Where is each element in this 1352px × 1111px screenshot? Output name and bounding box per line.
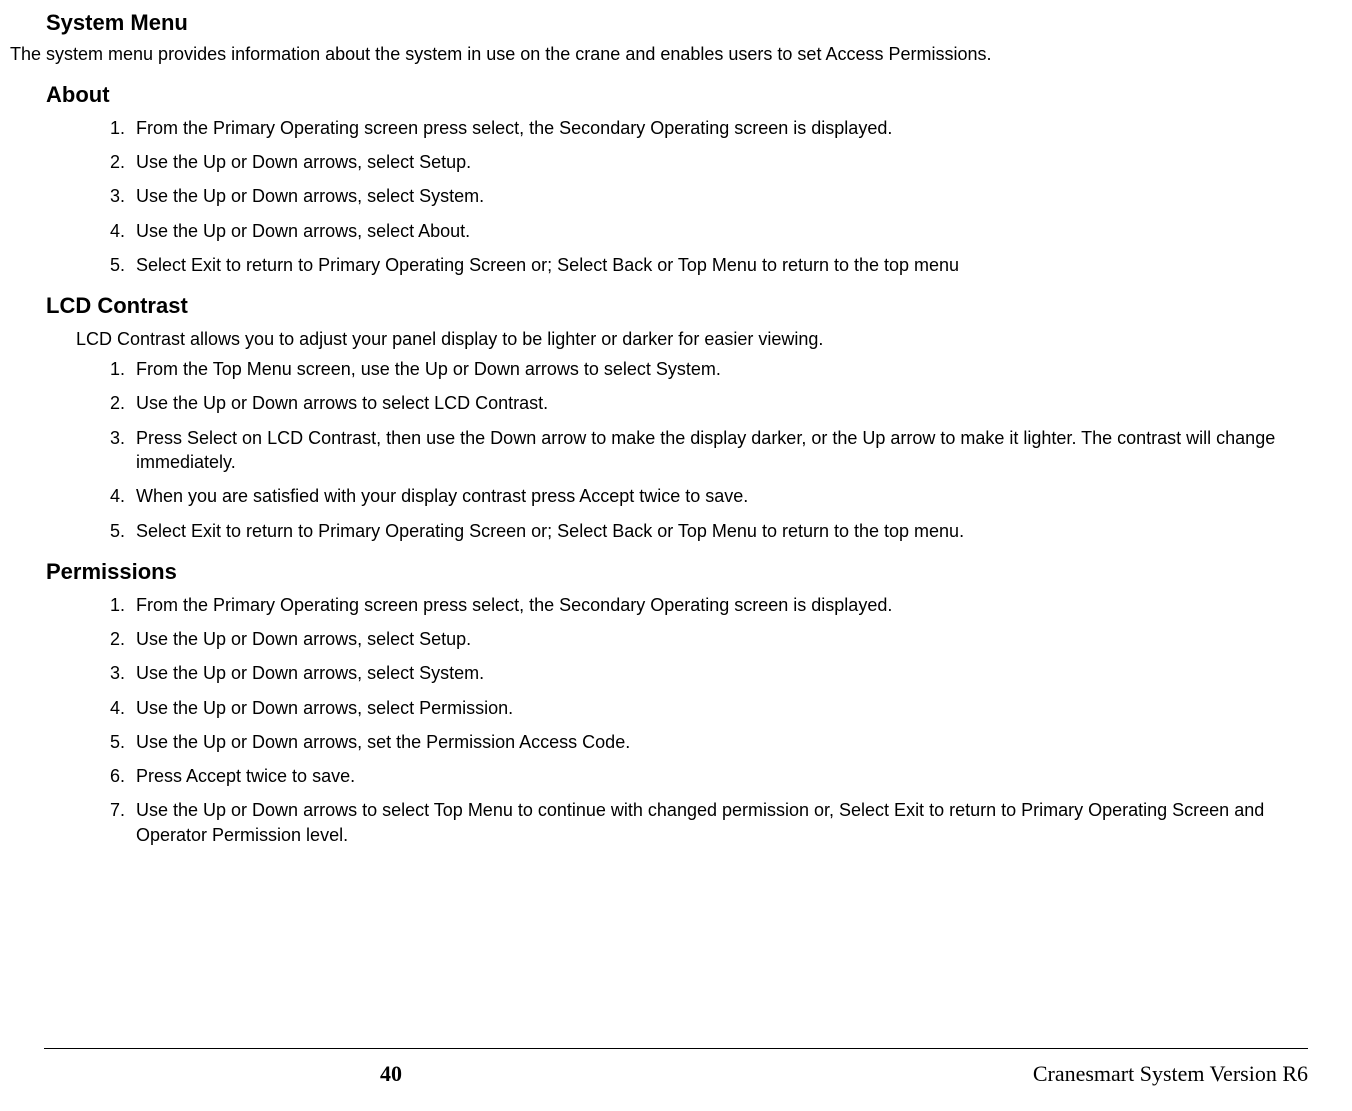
intro-text: The system menu provides information abo…: [10, 42, 1342, 66]
list-item: Select Exit to return to Primary Operati…: [130, 519, 1322, 543]
lcd-sub-text: LCD Contrast allows you to adjust your p…: [76, 327, 1342, 351]
section-heading-permissions: Permissions: [46, 557, 1342, 587]
list-item: Use the Up or Down arrows, select Permis…: [130, 696, 1322, 720]
list-item: Use the Up or Down arrows to select Top …: [130, 798, 1322, 847]
list-item: Use the Up or Down arrows, select Setup.: [130, 150, 1322, 174]
about-steps: From the Primary Operating screen press …: [94, 116, 1322, 277]
list-item: From the Top Menu screen, use the Up or …: [130, 357, 1322, 381]
list-item: Press Accept twice to save.: [130, 764, 1322, 788]
page-title: System Menu: [46, 8, 1342, 38]
list-item: From the Primary Operating screen press …: [130, 116, 1322, 140]
list-item: Use the Up or Down arrows, set the Permi…: [130, 730, 1322, 754]
document-title: Cranesmart System Version R6: [1033, 1059, 1308, 1089]
permissions-steps: From the Primary Operating screen press …: [94, 593, 1322, 847]
page-content: System Menu The system menu provides inf…: [0, 0, 1352, 847]
list-item: Select Exit to return to Primary Operati…: [130, 253, 1322, 277]
list-item: Use the Up or Down arrows, select About.: [130, 219, 1322, 243]
list-item: From the Primary Operating screen press …: [130, 593, 1322, 617]
list-item: Press Select on LCD Contrast, then use t…: [130, 426, 1322, 475]
section-heading-about: About: [46, 80, 1342, 110]
list-item: Use the Up or Down arrows, select System…: [130, 661, 1322, 685]
list-item: Use the Up or Down arrows, select Setup.: [130, 627, 1322, 651]
lcd-steps: From the Top Menu screen, use the Up or …: [94, 357, 1322, 543]
page-footer: 40 Cranesmart System Version R6: [0, 1059, 1308, 1089]
section-heading-lcd: LCD Contrast: [46, 291, 1342, 321]
list-item: When you are satisfied with your display…: [130, 484, 1322, 508]
list-item: Use the Up or Down arrows, select System…: [130, 184, 1322, 208]
list-item: Use the Up or Down arrows to select LCD …: [130, 391, 1322, 415]
footer-divider: [44, 1048, 1308, 1049]
page-number: 40: [380, 1059, 402, 1089]
